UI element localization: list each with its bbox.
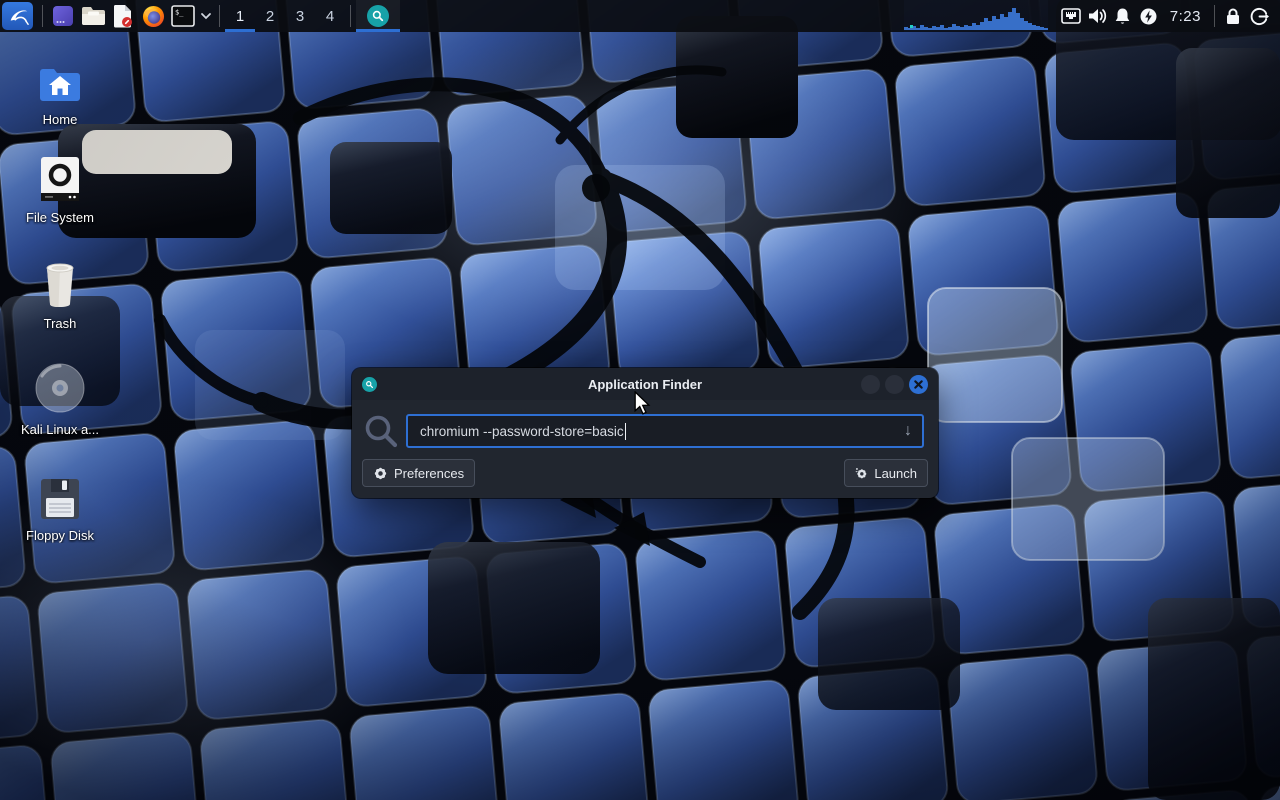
desktop-icon-label: Floppy Disk <box>12 528 108 543</box>
workspace-button-4[interactable]: 4 <box>315 0 345 32</box>
close-button[interactable] <box>909 375 928 394</box>
trash-icon <box>12 260 108 308</box>
desktop-icon-label: Home <box>12 112 108 127</box>
network-wired-icon[interactable] <box>1058 0 1084 32</box>
panel-left-group: $_ 1 2 3 4 <box>0 0 400 32</box>
text-editor-icon <box>112 4 134 28</box>
svg-text:$_: $_ <box>175 9 184 17</box>
audio-volume-icon[interactable] <box>1084 0 1110 32</box>
desktop-icon-home[interactable]: Home <box>12 56 108 127</box>
minimize-button[interactable] <box>861 375 880 394</box>
launcher-app-drawer[interactable] <box>48 0 78 32</box>
desktop-icon-label: Trash <box>12 316 108 331</box>
workspace-button-3[interactable]: 3 <box>285 0 315 32</box>
launch-gear-icon <box>855 467 868 480</box>
desktop-icon-file-system[interactable]: File System <box>12 154 108 225</box>
launch-button[interactable]: Launch <box>844 459 928 487</box>
cpu-graph[interactable] <box>904 0 1048 32</box>
optical-disc-icon <box>12 366 108 414</box>
app-drawer-icon <box>51 4 75 28</box>
close-icon <box>914 380 923 389</box>
kali-logo-icon <box>7 5 29 27</box>
window-title: Application Finder <box>352 377 938 392</box>
floppy-disk-icon <box>12 472 108 520</box>
log-out-icon[interactable] <box>1246 0 1272 32</box>
gear-icon <box>373 466 388 481</box>
notifications-icon[interactable] <box>1110 0 1136 32</box>
launcher-terminal[interactable]: $_ <box>168 0 198 32</box>
chevron-down-icon[interactable] <box>198 0 214 32</box>
application-finder-window: Application Finder chromium --password-s… <box>352 368 938 498</box>
desktop-icon-floppy-disk[interactable]: Floppy Disk <box>12 472 108 543</box>
text-caret <box>625 423 627 440</box>
command-input[interactable]: chromium --password-store=basic ↓ <box>406 414 924 448</box>
panel-separator <box>1214 5 1215 27</box>
preferences-label: Preferences <box>394 466 464 481</box>
app-finder-icon <box>367 5 389 27</box>
lock-screen-icon[interactable] <box>1220 0 1246 32</box>
panel-separator <box>42 5 43 27</box>
desktop-icon-label: File System <box>12 210 108 225</box>
power-manager-icon[interactable] <box>1136 0 1162 32</box>
desktop-icon-kali-linux[interactable]: Kali Linux a... <box>12 366 108 437</box>
maximize-button[interactable] <box>885 375 904 394</box>
command-input-value: chromium --password-store=basic <box>420 424 624 439</box>
search-icon <box>362 413 402 449</box>
launcher-file-manager[interactable] <box>78 0 108 32</box>
mouse-cursor <box>632 391 652 415</box>
applications-menu-button[interactable] <box>2 2 33 30</box>
hard-drive-icon <box>12 154 108 202</box>
tasklist-application-finder[interactable] <box>356 0 400 32</box>
clock[interactable]: 7:23 <box>1162 8 1209 25</box>
file-manager-icon <box>81 5 106 27</box>
terminal-icon: $_ <box>171 5 195 27</box>
dropdown-arrow-icon[interactable]: ↓ <box>904 423 912 439</box>
desktop: $_ 1 2 3 4 <box>0 0 1280 800</box>
preferences-button[interactable]: Preferences <box>362 459 475 487</box>
top-panel: $_ 1 2 3 4 <box>0 0 1280 32</box>
desktop-icon-label: Kali Linux a... <box>12 422 108 437</box>
home-folder-icon <box>12 56 108 104</box>
desktop-icon-trash[interactable]: Trash <box>12 260 108 331</box>
workspace-button-2[interactable]: 2 <box>255 0 285 32</box>
panel-separator <box>350 5 351 27</box>
launch-label: Launch <box>874 466 917 481</box>
workspace-button-1[interactable]: 1 <box>225 0 255 32</box>
launcher-text-editor[interactable] <box>108 0 138 32</box>
panel-separator <box>219 5 220 27</box>
launcher-firefox[interactable] <box>138 0 168 32</box>
firefox-icon <box>142 5 165 28</box>
panel-right-group: 7:23 <box>904 0 1280 32</box>
